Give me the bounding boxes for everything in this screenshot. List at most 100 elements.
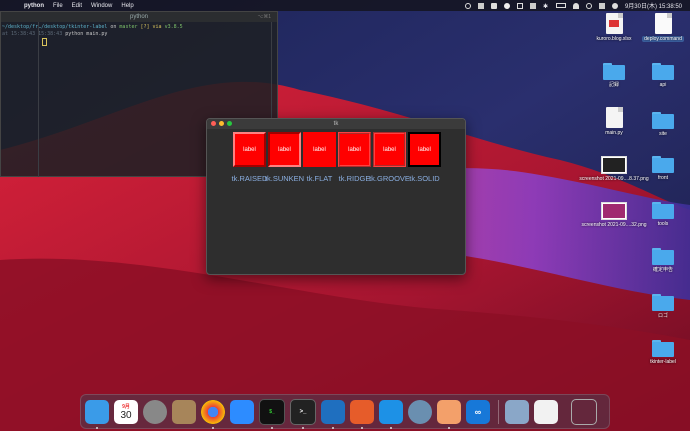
label-groove: label [373,132,406,167]
menu-edit[interactable]: Edit [72,3,82,9]
contacts-icon[interactable] [172,399,196,424]
menu-app-name[interactable]: python [24,3,44,9]
minimize-button[interactable] [219,121,224,126]
desktop-icon-screenshot-2[interactable]: screenshot 2021-09....32.png [581,202,647,228]
desktop-icon-main-py[interactable]: main.py [591,107,637,136]
tk-window[interactable]: tk label tk.RAISED label tk.SUNKEN label… [206,118,466,275]
relief-name-groove: tk.GROOVE [369,174,410,183]
tk-title: tk [333,121,339,127]
desktop-icon-label: tkinter-label [650,359,676,365]
desktop-icon-tkinter-label[interactable]: tkinter-label [640,340,686,365]
prompt-path: ~/desktop/fr…/desktop/tkinter-label [2,24,108,30]
desktop-icon-screenshot-1[interactable]: screenshot 2021-09....8.37.png [579,156,649,182]
quicktime-icon[interactable] [408,399,432,424]
label-row: label tk.RAISED label tk.SUNKEN label tk… [232,132,442,183]
label-cell-flat: label tk.FLAT [302,132,337,183]
image-thumbnail-icon [601,202,627,220]
lightning-icon[interactable] [529,2,536,9]
desktop-icon-label: tools [657,221,669,227]
zoom-icon[interactable] [230,399,254,424]
prompt-status: [?] via [140,24,162,30]
desktop-icon-kakutei[interactable]: 確定申告 [640,248,686,273]
folder-icon [652,294,674,311]
control-center-icon[interactable] [598,2,605,9]
recent-image-icon[interactable] [505,399,529,424]
label-flat: label [303,132,336,167]
folder-icon [652,156,674,173]
folder-icon [652,202,674,219]
recent-document-icon[interactable] [534,399,558,424]
label-cell-solid: label tk.SOLID [407,132,442,183]
desktop-icon-label: site [659,131,667,137]
desktop-icon-label: screenshot 2021-09....32.png [581,222,647,228]
preview-icon[interactable] [437,399,461,429]
calendar-icon[interactable]: 9月 30 [114,399,138,424]
prompt-command: python main.py [65,31,108,37]
prompt-on: on [110,24,117,30]
terminal-icon[interactable]: >_ [290,398,316,429]
prompt-branch: master [119,24,138,30]
image-thumbnail-icon [601,156,627,174]
menu-datetime[interactable]: 9月30日(木) 15:38:50 [625,1,682,10]
desktop-icon-deploy[interactable]: deploy.command [640,13,686,42]
monitor-icon[interactable] [516,2,523,9]
dock-separator [498,399,499,424]
close-button[interactable] [211,121,216,126]
menu-window[interactable]: Window [91,3,112,9]
search-icon[interactable] [585,2,592,9]
desktop-icon-front[interactable]: front [640,156,686,181]
relief-name-solid: tk.SOLID [409,174,440,183]
dock: 9月 30 $_ >_ ∞ [80,394,610,429]
desktop-icon-label: ロゴ [657,313,668,319]
zoom-button[interactable] [227,121,232,126]
label-cell-raised: label tk.RAISED [232,132,267,183]
trash-icon[interactable] [571,398,597,425]
label-sunken: label [268,132,301,167]
tk-titlebar[interactable]: tk [207,119,465,129]
desktop-icon-logo[interactable]: ロゴ [640,294,686,319]
desktop-icon-label: 確定申告 [652,267,673,273]
desktop-icon-label: front [657,175,668,181]
desktop-icon-tools[interactable]: tools [640,202,686,227]
siri-icon[interactable] [611,2,618,9]
desktop-icon-label: main.py [605,130,623,136]
prompt-version: v3.8.5 [164,24,183,30]
label-solid: label [408,132,441,167]
infinity-icon[interactable]: ∞ [466,399,490,424]
desktop-icon-label: 記録 [608,82,619,88]
desktop-icon-site[interactable]: site [640,112,686,137]
desktop-icon-api[interactable]: api [640,63,686,88]
desktop-icon-label: screenshot 2021-09....8.37.png [579,176,649,182]
finder-icon[interactable] [85,399,109,429]
docker-status-icon[interactable] [490,2,497,9]
label-raised: label [233,132,266,167]
label-ridge: label [338,132,371,167]
vscode-icon[interactable] [321,399,345,429]
prompt-time: at 15:38:43 15:38:43 [2,31,63,37]
docker-icon[interactable] [379,399,403,429]
battery-icon[interactable] [555,3,566,8]
status-circle-icon[interactable] [464,2,471,9]
activity-chart-icon[interactable] [350,399,374,429]
wifi-icon[interactable] [572,2,579,9]
terminal-output[interactable]: ~/desktop/fr…/desktop/tkinter-label on m… [1,22,277,47]
terminal-titlebar[interactable]: python ⌥⌘1 [1,12,277,22]
desktop-icon-xlsx[interactable]: kuroro.blog.xlsx [591,13,637,42]
desktop-icon-label: deploy.command [642,36,684,42]
pane-divider[interactable] [38,22,39,177]
menu-bar: python File Edit Window Help ✱ 9月30日(木) … [0,0,690,11]
menu-help[interactable]: Help [121,3,133,9]
relief-name-sunken: tk.SUNKEN [264,174,305,183]
label-cell-sunken: label tk.SUNKEN [264,132,305,183]
python-file-icon [605,107,623,128]
system-preferences-icon[interactable] [143,399,167,424]
cloud-icon[interactable] [503,2,510,9]
status-grid-icon[interactable] [477,2,484,9]
desktop-icon-kiroku[interactable]: 記録 [591,63,637,88]
bluetooth-icon[interactable]: ✱ [543,3,549,10]
iterm-icon[interactable]: $_ [259,398,285,429]
menu-file[interactable]: File [53,3,63,9]
window-controls [211,121,232,126]
chrome-icon[interactable] [201,399,225,429]
terminal-prompt-line: ~/desktop/fr…/desktop/tkinter-label on m… [2,24,276,31]
